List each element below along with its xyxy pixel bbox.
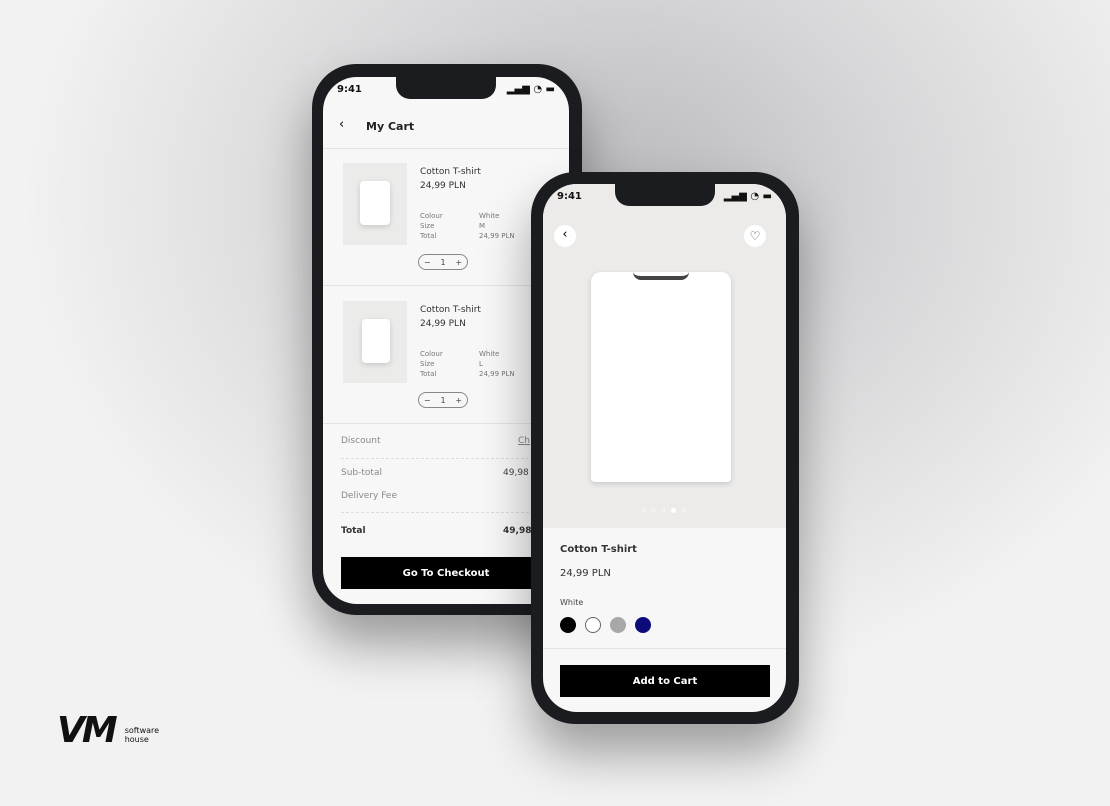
colour-swatch[interactable]	[585, 617, 601, 633]
product-thumbnail	[343, 163, 407, 245]
selected-colour-label: White	[560, 598, 584, 607]
back-button[interactable]: ‹	[339, 117, 344, 132]
total-label: Total	[420, 232, 437, 240]
colour-label: Colour	[420, 350, 443, 358]
product-thumbnail	[343, 301, 407, 383]
quantity-value: 1	[440, 395, 446, 405]
size-value: M	[479, 222, 486, 230]
logo-mark: VM	[57, 710, 118, 751]
colour-swatch[interactable]	[560, 617, 576, 633]
pager-dot[interactable]	[671, 508, 676, 513]
checkout-button[interactable]: Go To Checkout	[341, 557, 551, 589]
product-screen: 9:41 ▂▄▆ ◔ ▬ ‹ ♡ Cotton T-shirt 24,99 PLN…	[543, 184, 786, 712]
status-icons: ▂▄▆ ◔ ▬	[723, 191, 772, 202]
pager-dot[interactable]	[681, 508, 686, 513]
product-name: Cotton T-shirt	[560, 544, 637, 555]
back-button[interactable]: ‹	[554, 225, 576, 247]
subtotal-label: Sub-total	[341, 468, 382, 478]
image-pager[interactable]	[641, 508, 686, 513]
delivery-label: Delivery Fee	[341, 491, 397, 501]
quantity-stepper[interactable]: −1 +	[418, 254, 468, 270]
pager-dot[interactable]	[651, 508, 656, 513]
status-time: 9:41	[557, 191, 582, 202]
logo-text: software	[124, 725, 160, 735]
item-name: Cotton T-shirt	[420, 305, 481, 315]
status-icons: ▂▄▆ ◔ ▬	[506, 84, 555, 95]
total-value: 24,99 PLN	[479, 370, 515, 378]
item-name: Cotton T-shirt	[420, 167, 481, 177]
favorite-heart-icon[interactable]: ♡	[744, 225, 766, 247]
total-value: 49,98	[503, 526, 532, 536]
quantity-value: 1	[440, 257, 446, 267]
total-label: Total	[420, 370, 437, 378]
plus-button[interactable]: +	[455, 258, 462, 267]
size-label: Size	[420, 360, 435, 368]
item-price: 24,99 PLN	[420, 319, 466, 329]
item-price: 24,99 PLN	[420, 181, 466, 191]
pager-dot[interactable]	[661, 508, 666, 513]
subtotal-value: 49,98	[503, 468, 529, 478]
page-title: My Cart	[366, 120, 415, 133]
status-time: 9:41	[337, 84, 362, 95]
pager-dot[interactable]	[641, 508, 646, 513]
colour-value: White	[479, 212, 500, 220]
quantity-stepper[interactable]: −1 +	[418, 392, 468, 408]
colour-swatch[interactable]	[610, 617, 626, 633]
logo-text: house	[124, 734, 149, 744]
colour-value: White	[479, 350, 500, 358]
product-price: 24,99 PLN	[560, 568, 611, 579]
colour-label: Colour	[420, 212, 443, 220]
minus-button[interactable]: −	[424, 396, 431, 405]
colour-swatch[interactable]	[635, 617, 651, 633]
tshirt-image	[591, 272, 731, 482]
add-to-cart-button[interactable]: Add to Cart	[560, 665, 770, 697]
total-label: Total	[341, 526, 366, 536]
minus-button[interactable]: −	[424, 258, 431, 267]
vm-logo: VM software house	[57, 710, 159, 751]
size-label: Size	[420, 222, 435, 230]
discount-label: Discount	[341, 436, 381, 446]
plus-button[interactable]: +	[455, 396, 462, 405]
product-phone: 9:41 ▂▄▆ ◔ ▬ ‹ ♡ Cotton T-shirt 24,99 PLN…	[531, 172, 799, 724]
discount-link[interactable]: Ch	[518, 436, 530, 446]
size-value: L	[479, 360, 483, 368]
total-value: 24,99 PLN	[479, 232, 515, 240]
